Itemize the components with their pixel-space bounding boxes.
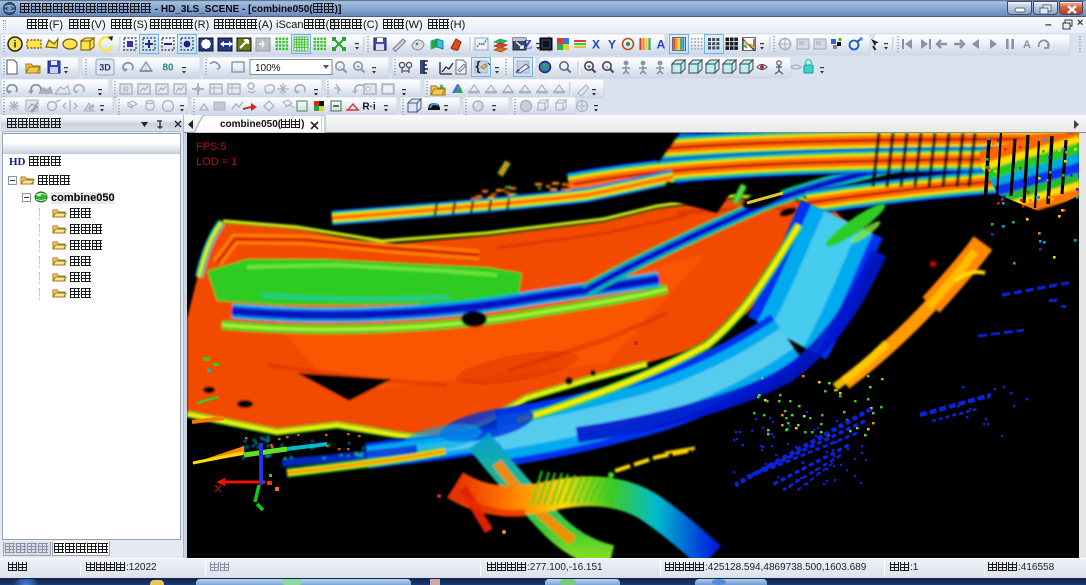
svg-text:+: + xyxy=(356,64,360,71)
svg-text:+: + xyxy=(587,64,591,71)
svg-text:FPS:5: FPS:5 xyxy=(196,141,227,153)
svg-text:Y: Y xyxy=(608,38,616,52)
svg-text:X: X xyxy=(592,38,600,52)
svg-text:100%: 100% xyxy=(255,63,281,74)
svg-text:i: i xyxy=(14,40,17,51)
svg-text:LOD = 1: LOD = 1 xyxy=(196,156,237,168)
svg-text:R·i: R·i xyxy=(362,102,376,113)
svg-text:R: R xyxy=(123,86,129,95)
svg-text:A: A xyxy=(1023,39,1031,51)
svg-text:{: { xyxy=(475,59,480,74)
svg-text:3D: 3D xyxy=(99,63,111,73)
svg-text:80: 80 xyxy=(162,63,174,74)
svg-text:A: A xyxy=(657,38,666,52)
svg-text:Z: Z xyxy=(524,37,533,52)
